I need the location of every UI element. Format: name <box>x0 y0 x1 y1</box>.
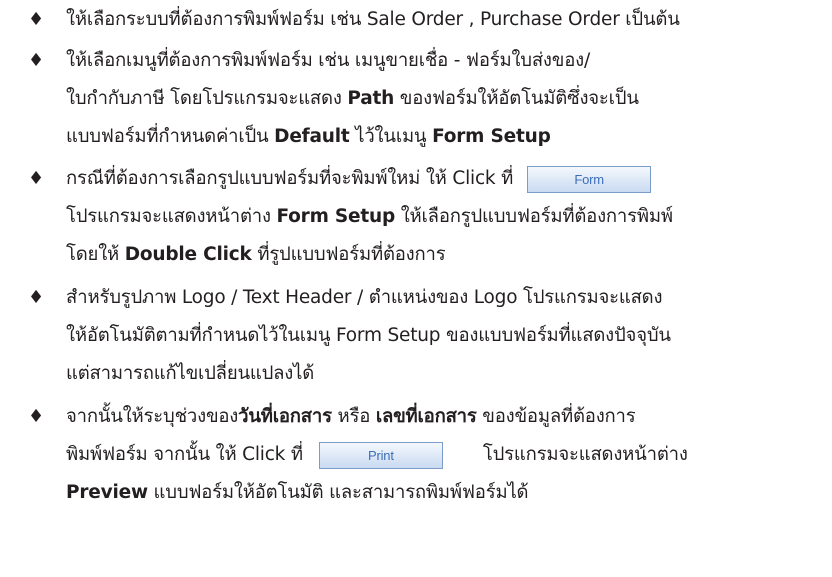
text: ให้เลือกรูปแบบฟอร์มที่ต้องการพิมพ์ <box>395 206 673 227</box>
text: ให้อัตโนมัติตามที่กำหนดไว้ในเมนู Form Se… <box>66 325 671 346</box>
item-3-line-3: โดยให้ Double Click ที่รูปแบบฟอร์มที่ต้อ… <box>66 240 446 270</box>
bullet-diamond-icon: ♦ <box>28 168 45 189</box>
text: ที่รูปแบบฟอร์มที่ต้องการ <box>251 244 446 265</box>
instruction-page: ♦ ให้เลือกระบบที่ต้องการพิมพ์ฟอร์ม เช่น … <box>0 0 832 577</box>
text: แต่สามารถแก้ไขเปลี่ยนแปลงได้ <box>66 363 315 384</box>
item-2-line-3: แบบฟอร์มที่กำหนดค่าเป็น Default ไว้ในเมน… <box>66 122 551 152</box>
text: แบบฟอร์มที่กำหนดค่าเป็น <box>66 126 275 147</box>
item-2-line-1: ให้เลือกเมนูที่ต้องการพิมพ์ฟอร์ม เช่น เม… <box>66 46 590 76</box>
item-4-line-2: ให้อัตโนมัติตามที่กำหนดไว้ในเมนู Form Se… <box>66 321 671 351</box>
item-5-line-2: พิมพ์ฟอร์ม จากนั้น ให้ Click ที่ Print โปร… <box>66 440 688 470</box>
text: โดยให้ <box>66 244 125 265</box>
item-1-line-1: ให้เลือกระบบที่ต้องการพิมพ์ฟอร์ม เช่น Sa… <box>66 5 680 35</box>
bold-term: Double Click <box>124 244 252 265</box>
bullet-diamond-icon: ♦ <box>28 9 45 30</box>
item-4-line-1: สำหรับรูปภาพ Logo / Text Header / ตำแหน่… <box>66 283 663 313</box>
item-3-line-2: โปรแกรมจะแสดงหน้าต่าง Form Setup ให้เลือ… <box>66 202 673 232</box>
text: จากนั้นให้ระบุช่วงของ <box>66 406 239 427</box>
item-5-line-3: Preview แบบฟอร์มให้อัตโนมัติ และสามารถพิ… <box>66 478 529 508</box>
item-5-line-1: จากนั้นให้ระบุช่วงของวันที่เอกสาร หรือ เ… <box>66 402 636 432</box>
text: กรณีที่ต้องการเลือกรูปแบบฟอร์มที่จะพิมพ์… <box>66 168 514 189</box>
text: ไว้ในเมนู <box>349 126 433 147</box>
item-4-line-3: แต่สามารถแก้ไขเปลี่ยนแปลงได้ <box>66 359 314 389</box>
text: แบบฟอร์มให้อัตโนมัติ และสามารถพิมพ์ฟอร์ม… <box>147 482 529 503</box>
item-2-line-2: ใบกำกับภาษี โดยโปรแกรมจะแสดง Path ของฟอร… <box>66 84 639 114</box>
bold-term: Form Setup <box>276 206 396 227</box>
bullet-diamond-icon: ♦ <box>28 50 45 71</box>
text: ใบกำกับภาษี โดยโปรแกรมจะแสดง <box>66 88 348 109</box>
item-3-line-1: กรณีที่ต้องการเลือกรูปแบบฟอร์มที่จะพิมพ์… <box>66 164 671 194</box>
text: พิมพ์ฟอร์ม จากนั้น ให้ Click ที่ <box>66 444 303 465</box>
bold-term: Path <box>347 88 395 109</box>
text: โปรแกรมจะแสดงหน้าต่าง <box>66 206 277 227</box>
bold-term: Form Setup <box>432 126 551 147</box>
print-button[interactable]: Print <box>318 441 443 469</box>
text: ของฟอร์มให้อัตโนมัติซึ่งจะเป็น <box>394 88 639 109</box>
text: โปรแกรมจะแสดงหน้าต่าง <box>482 444 688 465</box>
text: ให้เลือกระบบที่ต้องการพิมพ์ฟอร์ม เช่น Sa… <box>66 9 680 30</box>
bullet-diamond-icon: ♦ <box>28 287 45 308</box>
text: หรือ <box>331 406 376 427</box>
form-button[interactable]: Form <box>527 165 652 193</box>
bold-term: เลขที่เอกสาร <box>375 406 477 427</box>
bullet-diamond-icon: ♦ <box>28 406 45 427</box>
bold-term: Preview <box>66 482 148 503</box>
text: ของข้อมูลที่ต้องการ <box>476 406 636 427</box>
text: สำหรับรูปภาพ Logo / Text Header / ตำแหน่… <box>66 287 663 308</box>
bold-term: วันที่เอกสาร <box>238 406 332 427</box>
bold-term: Default <box>274 126 350 147</box>
text: ให้เลือกเมนูที่ต้องการพิมพ์ฟอร์ม เช่น เม… <box>66 50 590 71</box>
